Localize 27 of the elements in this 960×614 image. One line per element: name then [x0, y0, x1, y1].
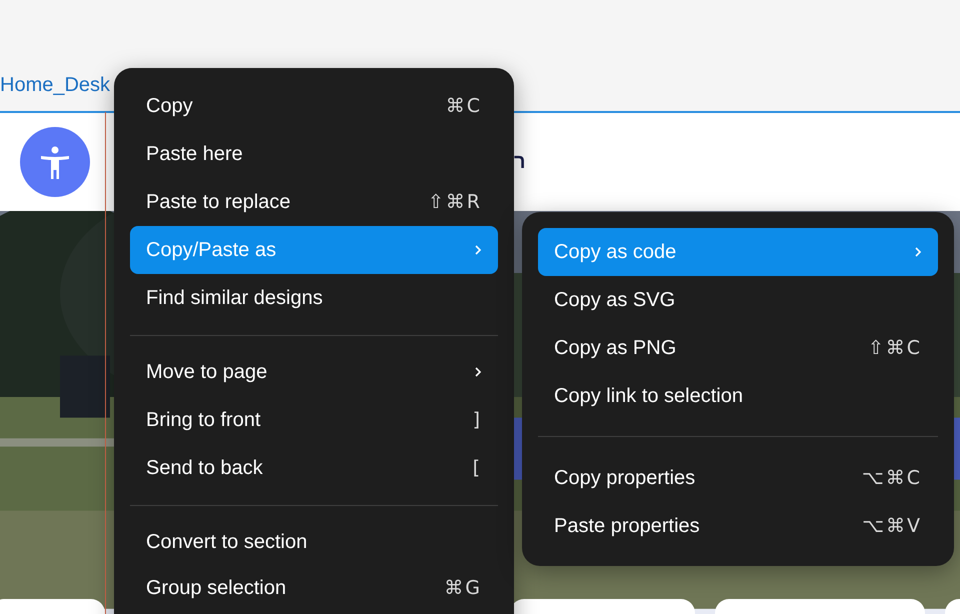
- shortcut-text: ⌥⌘V: [862, 515, 922, 537]
- menu-item[interactable]: Copy as PNG ⇧⌘C: [538, 324, 938, 372]
- shortcut-text: [: [472, 457, 482, 479]
- frame-label[interactable]: Home_Desk: [0, 73, 110, 111]
- shortcut-text: ⇧⌘R: [428, 191, 482, 213]
- menu-item[interactable]: Copy/Paste as: [130, 226, 498, 274]
- shortcut-text: ⌥⌘C: [862, 467, 922, 489]
- menu-item[interactable]: Copy ⌘C: [130, 82, 498, 130]
- menu-item[interactable]: Copy properties ⌥⌘C: [538, 454, 938, 502]
- menu-item[interactable]: Group selection ⌘G: [130, 566, 498, 610]
- menu-item[interactable]: Send to back [: [130, 444, 498, 492]
- menu-item[interactable]: Convert to section: [130, 518, 498, 566]
- shortcut-text: ⌘C: [446, 95, 482, 117]
- header-text: ר: [514, 150, 526, 174]
- menu-item[interactable]: Copy as SVG: [538, 276, 938, 324]
- menu-item[interactable]: Bring to front ]: [130, 396, 498, 444]
- menu-item[interactable]: Copy link to selection: [538, 372, 938, 420]
- menu-item[interactable]: Find similar designs: [130, 274, 498, 322]
- menu-item[interactable]: Paste to replace ⇧⌘R: [130, 178, 498, 226]
- shortcut-text: ⇧⌘C: [868, 337, 922, 359]
- menu-item[interactable]: Copy as code: [538, 228, 938, 276]
- shortcut-text: ]: [472, 409, 482, 431]
- shortcut-text: ⌘G: [444, 577, 482, 599]
- menu-item[interactable]: Paste here: [130, 130, 498, 178]
- accessibility-icon[interactable]: [20, 127, 90, 197]
- menu-item[interactable]: Move to page: [130, 348, 498, 396]
- menu-item[interactable]: Paste properties ⌥⌘V: [538, 502, 938, 550]
